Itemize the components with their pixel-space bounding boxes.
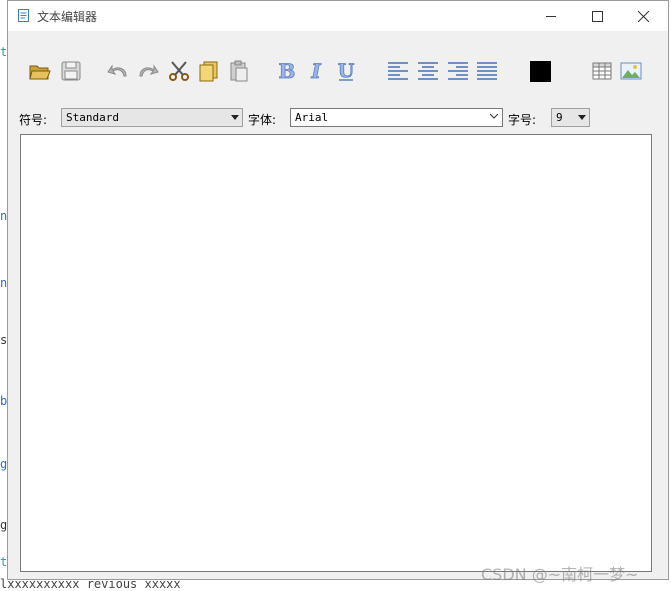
- title-bar[interactable]: 文本编辑器: [8, 1, 668, 31]
- font-label: 字体:: [248, 113, 277, 127]
- document-icon: [18, 9, 29, 22]
- paste-icon[interactable]: [227, 59, 251, 83]
- toolbar: B I U: [8, 53, 668, 89]
- editor-text-area[interactable]: [20, 134, 652, 572]
- size-dropdown-value: 9: [556, 111, 563, 124]
- italic-icon[interactable]: I: [304, 59, 328, 83]
- format-bar: 符号: Standard 字体: Arial 字号: 9: [8, 107, 668, 131]
- align-left-icon[interactable]: [386, 59, 410, 83]
- redo-icon[interactable]: [136, 59, 160, 83]
- size-label: 字号:: [508, 113, 537, 127]
- underline-icon[interactable]: U: [334, 59, 358, 83]
- watermark: CSDN @~南柯一梦~: [481, 565, 639, 584]
- undo-icon[interactable]: [106, 59, 130, 83]
- save-icon[interactable]: [59, 59, 83, 83]
- open-icon[interactable]: [28, 59, 52, 83]
- style-label: 符号:: [19, 113, 48, 127]
- chevron-down-icon: [490, 113, 498, 119]
- cut-icon[interactable]: [167, 59, 191, 83]
- image-icon[interactable]: [619, 59, 643, 83]
- dropdown-arrow-icon: [578, 115, 586, 120]
- style-dropdown[interactable]: Standard: [61, 108, 243, 127]
- maximize-button[interactable]: [574, 1, 620, 31]
- minimize-button[interactable]: [528, 1, 574, 31]
- bold-icon[interactable]: B: [275, 59, 299, 83]
- svg-text:B: B: [279, 59, 296, 83]
- size-dropdown[interactable]: 9: [551, 108, 590, 127]
- svg-text:I: I: [310, 59, 321, 83]
- maximize-icon: [591, 10, 603, 22]
- align-right-icon[interactable]: [446, 59, 470, 83]
- close-button[interactable]: [620, 1, 666, 31]
- text-color-swatch[interactable]: [530, 61, 551, 82]
- dropdown-arrow-icon: [231, 115, 239, 120]
- style-dropdown-value: Standard: [66, 111, 119, 124]
- copy-icon[interactable]: [197, 59, 221, 83]
- font-dropdown[interactable]: Arial: [290, 108, 503, 127]
- align-justify-icon[interactable]: [475, 59, 499, 83]
- font-dropdown-value: Arial: [295, 111, 329, 124]
- align-center-icon[interactable]: [416, 59, 440, 83]
- text-editor-window: 文本编辑器 B I U 符号: Standard 字体: Arial 字号: 9: [7, 0, 669, 580]
- window-title: 文本编辑器: [37, 10, 98, 24]
- close-icon: [637, 10, 649, 22]
- svg-text:U: U: [338, 60, 355, 82]
- table-icon[interactable]: [590, 59, 614, 83]
- minimize-icon: [546, 16, 556, 17]
